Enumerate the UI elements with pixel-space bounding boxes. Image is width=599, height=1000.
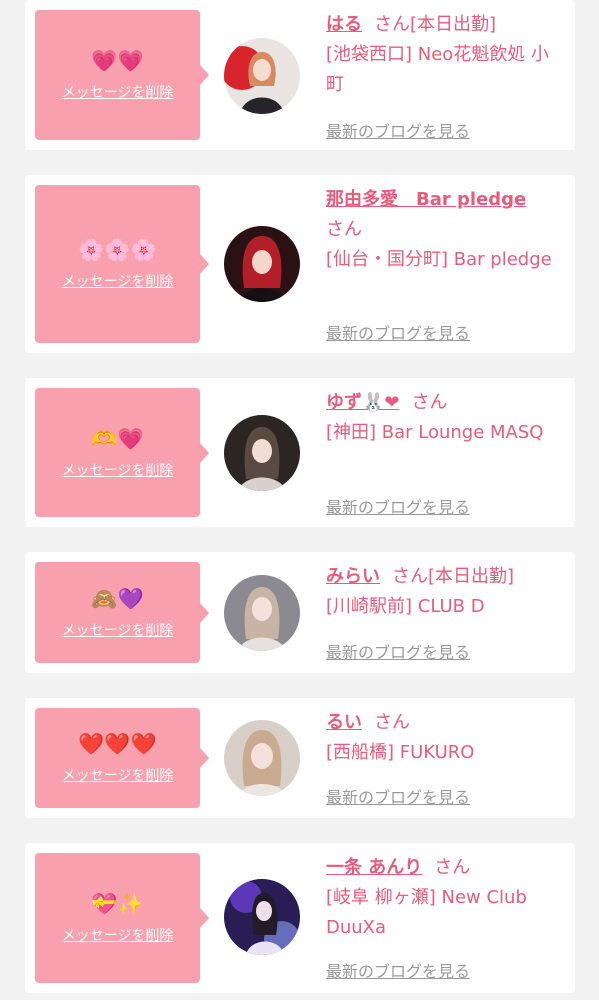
honorific: さん: [374, 14, 410, 35]
avatar[interactable]: [224, 38, 300, 114]
cast-info: 一条 あんり さん [岐阜 柳ヶ瀬] New Club DuuXa: [326, 853, 566, 943]
cast-card: ❤️❤️❤️ メッセージを削除 るい さん [西船橋] FUKURO 最新のブログ…: [25, 698, 575, 818]
cast-card: 🌸🌸🌸 メッセージを削除 那由多愛 Bar pledge さん [仙台・国分町] …: [25, 175, 575, 353]
delete-message-link[interactable]: メッセージを削除: [62, 82, 174, 102]
shop-name: [西船橋] FUKURO: [326, 742, 475, 763]
attendance-status: [本日出勤]: [428, 566, 515, 587]
latest-blog-link[interactable]: 最新のブログを見る: [326, 639, 470, 663]
delete-message-link[interactable]: メッセージを削除: [62, 620, 174, 640]
honorific: さん: [326, 219, 362, 240]
latest-blog-link[interactable]: 最新のブログを見る: [326, 320, 470, 344]
delete-message-link[interactable]: メッセージを削除: [62, 271, 174, 291]
cast-card: 💝✨ メッセージを削除 一条 あんり さん [岐阜 柳ヶ瀬] New Club D…: [25, 843, 575, 993]
honorific: さん: [411, 392, 448, 413]
cast-info: ゆず🐰❤ さん [神田] Bar Lounge MASQ: [326, 388, 566, 448]
message-stamp: 🌸🌸🌸: [78, 238, 157, 262]
cast-name-link[interactable]: 一条 あんり: [326, 857, 422, 878]
message-bubble: 🫶💗 メッセージを削除: [35, 388, 209, 517]
shop-name: [岐阜 柳ヶ瀬] New Club DuuXa: [326, 887, 527, 938]
message-stamp: 💗💗: [91, 49, 144, 73]
message-bubble: 🌸🌸🌸 メッセージを削除: [35, 185, 209, 343]
delete-message-link[interactable]: メッセージを削除: [62, 460, 174, 480]
avatar[interactable]: [224, 879, 300, 955]
avatar[interactable]: [224, 226, 300, 302]
honorific: さん: [392, 566, 428, 587]
message-stamp: 💝✨: [91, 892, 144, 916]
cast-name-link[interactable]: みらい: [326, 566, 380, 587]
shop-name: [仙台・国分町] Bar pledge: [326, 249, 552, 270]
cast-name-link[interactable]: ゆず🐰❤: [326, 392, 400, 413]
cast-name-link[interactable]: 那由多愛 Bar pledge: [326, 189, 526, 210]
cast-card: 💗💗 メッセージを削除 はる さん[本日出勤] [池袋西口] Neo花魁飲処 小町…: [25, 0, 575, 150]
shop-name: [池袋西口] Neo花魁飲処 小町: [326, 44, 550, 95]
cast-info: るい さん [西船橋] FUKURO: [326, 708, 566, 768]
cast-name-link[interactable]: はる: [326, 14, 362, 35]
attendance-status: [本日出勤]: [410, 14, 497, 35]
cast-info: はる さん[本日出勤] [池袋西口] Neo花魁飲処 小町: [326, 10, 566, 100]
cast-info: 那由多愛 Bar pledge さん [仙台・国分町] Bar pledge: [326, 185, 566, 275]
honorific: さん: [434, 857, 471, 878]
delete-message-link[interactable]: メッセージを削除: [62, 925, 174, 945]
latest-blog-link[interactable]: 最新のブログを見る: [326, 494, 470, 518]
cast-info: みらい さん[本日出勤] [川崎駅前] CLUB D: [326, 562, 566, 622]
shop-name: [神田] Bar Lounge MASQ: [326, 422, 544, 443]
favorite-cast-list: 💗💗 メッセージを削除 はる さん[本日出勤] [池袋西口] Neo花魁飲処 小町…: [0, 0, 599, 1000]
latest-blog-link[interactable]: 最新のブログを見る: [326, 958, 470, 982]
honorific: さん: [374, 712, 410, 733]
avatar[interactable]: [224, 720, 300, 796]
message-stamp: 🫶💗: [91, 426, 144, 451]
shop-name: [川崎駅前] CLUB D: [326, 596, 485, 617]
avatar[interactable]: [224, 415, 300, 491]
message-bubble: 🙈💜 メッセージを削除: [35, 562, 209, 663]
message-stamp: ❤️❤️❤️: [78, 732, 157, 756]
message-bubble: ❤️❤️❤️ メッセージを削除: [35, 708, 209, 808]
message-stamp: 🙈💜: [91, 586, 144, 611]
avatar[interactable]: [224, 575, 300, 651]
message-bubble: 💗💗 メッセージを削除: [35, 10, 209, 140]
delete-message-link[interactable]: メッセージを削除: [62, 765, 174, 785]
latest-blog-link[interactable]: 最新のブログを見る: [326, 118, 470, 142]
cast-card: 🫶💗 メッセージを削除 ゆず🐰❤ さん [神田] Bar Lounge MASQ …: [25, 378, 575, 527]
latest-blog-link[interactable]: 最新のブログを見る: [326, 784, 470, 808]
cast-card: 🙈💜 メッセージを削除 みらい さん[本日出勤] [川崎駅前] CLUB D 最新…: [25, 552, 575, 673]
message-bubble: 💝✨ メッセージを削除: [35, 853, 209, 983]
cast-name-link[interactable]: るい: [326, 712, 362, 733]
